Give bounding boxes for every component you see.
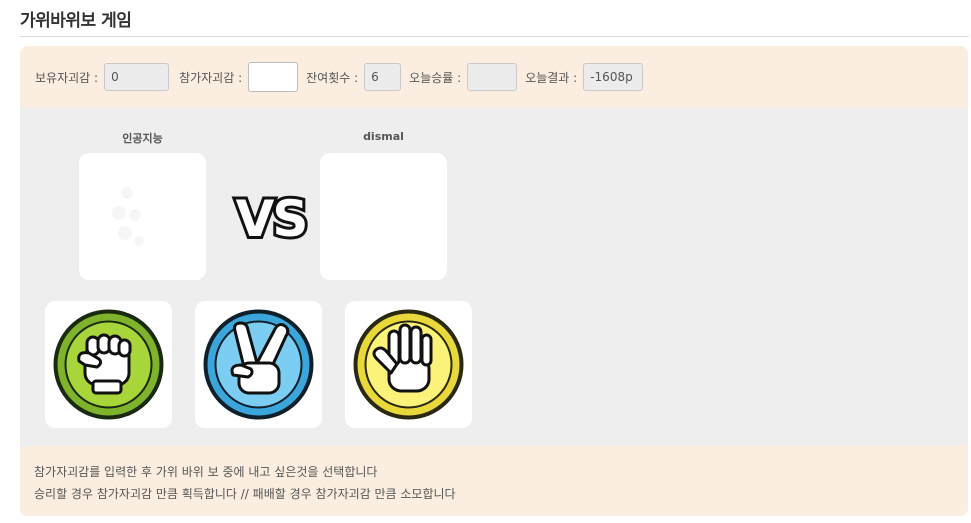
user-player-name: dismal bbox=[363, 130, 404, 143]
vs-text: VS bbox=[236, 190, 307, 246]
winrate-label: 오늘승률 : bbox=[409, 70, 462, 85]
ai-choice-card bbox=[79, 153, 206, 280]
scissors-icon bbox=[203, 309, 314, 420]
page-title: 가위바위보 게임 bbox=[20, 11, 132, 31]
remaining-label: 잔여횟수 : bbox=[306, 70, 359, 85]
rock-button[interactable] bbox=[45, 301, 172, 428]
owned-field bbox=[104, 63, 170, 91]
stats-bar: 보유자괴감 : 참가자괴감 : 잔여횟수 : 오늘승률 : 오늘결과 : bbox=[20, 46, 968, 108]
paper-button[interactable] bbox=[345, 301, 472, 428]
result-field bbox=[583, 63, 644, 91]
bet-label: 참가자괴감 : bbox=[179, 70, 243, 85]
ai-choice-placeholder-icon bbox=[112, 187, 144, 246]
instruction-line-1: 참가자괴감를 입력한 후 가위 바위 보 중에 내고 싶은것을 선택합니다 bbox=[34, 465, 378, 479]
user-choice-card bbox=[320, 153, 447, 280]
rock-icon bbox=[53, 309, 164, 420]
remaining-field bbox=[364, 63, 402, 91]
title-divider bbox=[20, 36, 969, 37]
result-label: 오늘결과 : bbox=[525, 70, 578, 85]
vs-icon: VS bbox=[233, 190, 312, 246]
instructions-box: 참가자괴감를 입력한 후 가위 바위 보 중에 내고 싶은것을 선택합니다 승리… bbox=[20, 446, 968, 516]
paper-icon bbox=[353, 309, 464, 420]
instruction-line-2: 승리할 경우 참가자괴감 만큼 획득합니다 // 패배할 경우 참가자괴감 만큼… bbox=[34, 487, 456, 501]
winrate-field bbox=[467, 63, 518, 91]
bet-input[interactable] bbox=[248, 62, 299, 92]
scissors-button[interactable] bbox=[195, 301, 322, 428]
ai-player-name: 인공지능 bbox=[122, 132, 163, 145]
game-panel: 보유자괴감 : 참가자괴감 : 잔여횟수 : 오늘승률 : 오늘결과 : 인공지… bbox=[20, 46, 968, 516]
owned-label: 보유자괴감 : bbox=[35, 70, 99, 85]
